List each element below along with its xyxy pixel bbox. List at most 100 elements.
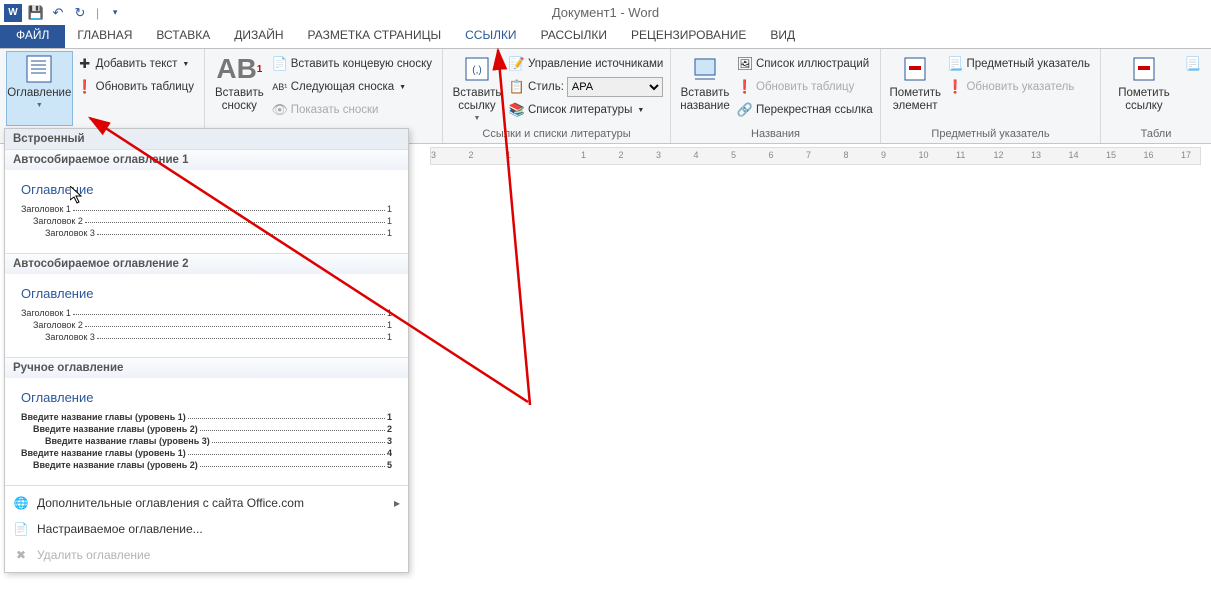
citation-style-select[interactable]: APA [567,77,663,97]
illustrations-list-button[interactable]: 🖼 Список иллюстраций [733,53,877,75]
add-text-label: Добавить текст [96,58,178,70]
toc-more-online-label: Дополнительные оглавления с сайта Office… [37,496,304,510]
toc-custom[interactable]: 📄 Настраиваемое оглавление... [5,516,408,542]
add-text-button[interactable]: ✚ Добавить текст ▼ [73,53,198,75]
ribbon-group-captions: Вставить название 🖼 Список иллюстраций ❗… [671,49,881,143]
chevron-down-icon: ▼ [637,107,644,114]
tab-references[interactable]: ССЫЛКИ [453,25,528,48]
authorities-more-button[interactable]: 📃 [1181,53,1205,75]
toc-auto2-preview[interactable]: ОглавлениеЗаголовок 11Заголовок 21Заголо… [5,274,408,357]
tab-insert[interactable]: ВСТАВКА [144,25,222,48]
ruler-tick: 12 [994,150,1004,160]
update-captions-button: ❗ Обновить таблицу [733,76,877,98]
insert-endnote-button[interactable]: 📄 Вставить концевую сноску [268,53,436,75]
update-captions-label: Обновить таблицу [756,81,854,93]
next-footnote-button[interactable]: AB¹ Следующая сноска ▼ [268,76,436,98]
chevron-down-icon: ▼ [399,84,406,91]
toc-button-label: Оглавление [7,87,71,100]
ribbon-group-authorities: Пометить ссылку 📃 Табли [1101,49,1211,143]
toc-gallery-dropdown: Встроенный Автособираемое оглавление 1 О… [4,128,409,573]
captions-group-label: Названия [677,126,874,143]
document-body[interactable] [412,168,1211,596]
show-footnotes-button: 👁 Показать сноски [268,99,436,121]
ribbon-group-index: Пометить элемент 📃 Предметный указатель … [881,49,1101,143]
toc-builtin-header: Встроенный [5,129,408,149]
citation-icon: (,) [461,53,493,85]
insert-citation-label: Вставить ссылку [453,87,502,113]
tab-review[interactable]: РЕЦЕНЗИРОВАНИЕ [619,25,758,48]
chevron-down-icon: ▼ [474,115,481,122]
crossref-button[interactable]: 🔗 Перекрестная ссылка [733,99,877,121]
illustrations-label: Список иллюстраций [756,58,869,70]
update-index-label: Обновить указатель [966,81,1074,93]
index-list-label: Предметный указатель [966,58,1090,70]
ruler-tick: 4 [694,150,699,160]
mark-citation-icon [1128,53,1160,85]
index-group-label: Предметный указатель [887,126,1094,143]
endnote-icon: 📄 [272,56,288,72]
globe-icon: 🌐 [13,495,29,511]
horizontal-ruler[interactable]: 3211234567891011121314151617 [430,147,1201,165]
show-footnotes-icon: 👁 [272,102,288,118]
toc-preview-line: Заголовок 21 [21,215,392,227]
ruler-tick: 10 [919,150,929,160]
insert-footnote-button[interactable]: AB1 Вставить сноску [211,51,268,126]
toc-more-online[interactable]: 🌐 Дополнительные оглавления с сайта Offi… [5,490,408,516]
tab-home[interactable]: ГЛАВНАЯ [65,25,144,48]
redo-icon[interactable]: ↻ [72,5,88,21]
tab-file[interactable]: ФАЙЛ [0,25,65,48]
ruler-tick: 1 [581,150,586,160]
ruler-tick: 6 [769,150,774,160]
manage-sources-icon: 📝 [509,56,525,72]
ribbon-tabs: ФАЙЛ ГЛАВНАЯ ВСТАВКА ДИЗАЙН РАЗМЕТКА СТР… [0,25,1211,49]
tab-view[interactable]: ВИД [758,25,807,48]
tab-mailings[interactable]: РАССЫЛКИ [529,25,619,48]
toc-preview-line: Введите название главы (уровень 3)3 [21,435,392,447]
mark-entry-label: Пометить элемент [889,87,941,113]
bibliography-icon: 📚 [509,102,525,118]
tab-design[interactable]: ДИЗАЙН [222,25,295,48]
style-icon: 📋 [509,79,525,95]
next-footnote-label: Следующая сноска [291,81,394,93]
bibliography-label: Список литературы [528,104,632,116]
footnote-icon: AB1 [223,53,255,85]
mark-citation-button[interactable]: Пометить ссылку [1107,51,1181,126]
title-bar: W 💾 ↶ ↻ | ▾ Документ1 - Word [0,0,1211,25]
toc-auto1-header: Автособираемое оглавление 1 [5,149,408,170]
toc-button[interactable]: Оглавление ▼ [6,51,73,126]
insert-caption-button[interactable]: Вставить название [677,51,733,126]
update-index-icon: ❗ [947,79,963,95]
add-text-icon: ✚ [77,56,93,72]
custom-toc-icon: 📄 [13,521,29,537]
toc-manual-header: Ручное оглавление [5,357,408,378]
chevron-right-icon: ▸ [394,496,400,510]
undo-icon[interactable]: ↶ [50,5,66,21]
index-list-icon: 📃 [947,56,963,72]
save-icon[interactable]: 💾 [28,5,44,21]
toc-menu: 🌐 Дополнительные оглавления с сайта Offi… [5,485,408,572]
crossref-icon: 🔗 [737,102,753,118]
mark-entry-button[interactable]: Пометить элемент [887,51,943,126]
qat-customize-icon[interactable]: ▾ [107,5,123,21]
manage-sources-button[interactable]: 📝 Управление источниками [505,53,667,75]
toc-preview-line: Заголовок 11 [21,203,392,215]
quick-access-toolbar: 💾 ↶ ↻ | ▾ [28,5,123,21]
ruler-tick: 13 [1031,150,1041,160]
qat-separator: | [96,6,99,20]
insert-citation-button[interactable]: (,) Вставить ссылку ▼ [449,51,505,126]
toc-preview-line: Введите название главы (уровень 1)4 [21,447,392,459]
tab-layout[interactable]: РАЗМЕТКА СТРАНИЦЫ [296,25,454,48]
toc-auto1-preview[interactable]: Оглавление Заголовок 11Заголовок 21Заголо… [5,170,408,253]
ruler-tick: 14 [1069,150,1079,160]
bibliography-button[interactable]: 📚 Список литературы ▼ [505,99,667,121]
show-footnotes-label: Показать сноски [291,104,379,116]
update-captions-icon: ❗ [737,79,753,95]
toc-preview-title: Оглавление [21,182,392,197]
toc-preview-line: Заголовок 31 [21,227,392,239]
ruler-tick: 3 [656,150,661,160]
citation-style-control[interactable]: 📋 Стиль: APA [505,76,667,98]
app-icon: W [4,4,22,22]
update-table-button[interactable]: ❗ Обновить таблицу [73,76,198,98]
toc-manual-preview[interactable]: ОглавлениеВведите название главы (уровен… [5,378,408,485]
index-list-button[interactable]: 📃 Предметный указатель [943,53,1094,75]
